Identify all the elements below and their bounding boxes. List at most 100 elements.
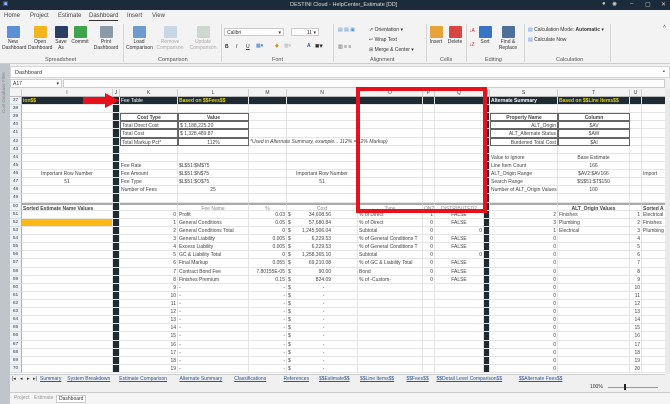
maximize-button[interactable]: ▢ xyxy=(645,1,651,8)
cell-q52[interactable]: FALSE xyxy=(435,218,484,227)
cell-s62[interactable]: 0 xyxy=(490,300,558,309)
align-top-icon[interactable]: ▤ ▤ ▣ xyxy=(338,27,355,33)
cell-v62[interactable] xyxy=(642,300,665,309)
cell-p57[interactable]: 0 xyxy=(423,259,435,268)
cell-p55[interactable]: 0 xyxy=(423,243,435,252)
cell-v44[interactable] xyxy=(642,154,665,162)
sort-button[interactable]: Sort xyxy=(478,26,492,46)
cell-k63[interactable]: 12 xyxy=(120,308,178,317)
cell-u58[interactable]: 8 xyxy=(630,267,642,276)
cell-p58[interactable]: 0 xyxy=(423,267,435,276)
row-header[interactable]: 42 xyxy=(10,137,22,146)
cell-n57[interactable]: $ 69,210.08 xyxy=(287,259,358,268)
cell-u57[interactable]: 7 xyxy=(630,259,642,268)
sort-desc-icon[interactable]: ↓Z xyxy=(469,42,475,48)
cell-k65[interactable]: 14 xyxy=(120,324,178,333)
column-header-n[interactable]: N xyxy=(287,89,358,97)
cell-o62[interactable] xyxy=(358,300,423,309)
cell-q69[interactable] xyxy=(435,356,484,365)
cell-s54[interactable]: 0 xyxy=(490,235,558,244)
cell-v61[interactable] xyxy=(642,292,665,300)
cell-m48[interactable] xyxy=(249,186,287,195)
cell-m52[interactable]: 0.05 xyxy=(249,218,287,227)
cell-o63[interactable] xyxy=(358,308,423,317)
cell-k55[interactable]: 4 xyxy=(120,243,178,252)
cell-k61[interactable]: 10 xyxy=(120,291,178,300)
cell-q66[interactable] xyxy=(435,332,484,341)
cell-o53[interactable]: Subtotal xyxy=(358,226,423,236)
cell-s41[interactable]: ALT_Alternate Status xyxy=(490,129,558,138)
cell-o65[interactable] xyxy=(358,324,423,333)
cell-m50[interactable]: % xyxy=(249,202,287,212)
cell-i55[interactable] xyxy=(22,243,113,252)
tab-dashboard[interactable]: Dashboard xyxy=(89,13,119,21)
row-header[interactable]: 53 xyxy=(10,226,22,236)
cell-u61[interactable]: 11 xyxy=(630,291,642,300)
calculate-now-button[interactable]: ▤ Calculate Now xyxy=(528,37,566,43)
cell-v48[interactable] xyxy=(642,186,665,195)
cell-m65[interactable]: - xyxy=(249,324,287,333)
cell-n49[interactable] xyxy=(287,194,358,203)
cell-m44[interactable] xyxy=(249,153,287,162)
cell-t54[interactable] xyxy=(558,235,630,244)
cell-m45[interactable] xyxy=(249,161,287,171)
row-header[interactable]: 59 xyxy=(10,275,22,284)
cell-v39[interactable] xyxy=(642,113,665,122)
wrap-text-button[interactable]: ↵ Wrap Text xyxy=(369,37,397,43)
align-left-icon[interactable]: ▥ ≡ ≡ xyxy=(338,44,351,50)
cell-o68[interactable] xyxy=(358,348,423,357)
row-header[interactable]: 45 xyxy=(10,161,22,171)
cell-s44[interactable]: Value to Ignore xyxy=(490,153,558,162)
row-header[interactable]: 40 xyxy=(10,121,22,130)
cell-q70[interactable] xyxy=(435,364,484,374)
tab-insert[interactable]: Insert xyxy=(127,13,142,19)
cell-s57[interactable]: 0 xyxy=(490,259,558,268)
cell-q58[interactable]: FALSE xyxy=(435,267,484,276)
cell-l39[interactable]: Value xyxy=(178,113,249,122)
cell-o69[interactable] xyxy=(358,356,423,365)
cell-l64[interactable]: - xyxy=(178,316,249,325)
row-header[interactable]: 63 xyxy=(10,308,22,317)
tab-project[interactable]: Project xyxy=(30,13,49,19)
row-header[interactable]: 65 xyxy=(10,324,22,333)
cell-u41[interactable] xyxy=(630,129,642,138)
cell-t41[interactable]: $AW xyxy=(558,129,630,138)
cell-t52[interactable]: Plumbing xyxy=(558,218,630,227)
cell-v64[interactable] xyxy=(642,316,665,325)
cell-q65[interactable] xyxy=(435,324,484,333)
cell-q55[interactable]: FALSE xyxy=(435,243,484,252)
cell-l38[interactable] xyxy=(178,105,249,114)
row-header[interactable]: 37 xyxy=(10,97,22,106)
row-header[interactable]: 55 xyxy=(10,243,22,252)
cell-t62[interactable] xyxy=(558,300,630,309)
cell-s53[interactable]: 1 xyxy=(490,226,558,236)
cell-i56[interactable] xyxy=(22,251,113,260)
cell-m49[interactable] xyxy=(249,194,287,203)
tab-view[interactable]: View xyxy=(152,13,165,19)
cell-t58[interactable] xyxy=(558,267,630,276)
cell-s66[interactable]: 0 xyxy=(490,332,558,341)
cell-q62[interactable] xyxy=(435,300,484,309)
cell-l55[interactable]: Excess Liability xyxy=(178,243,249,252)
cell-l48[interactable]: 25 xyxy=(178,186,249,195)
cell-l41[interactable]: $ 1,328,489.87 xyxy=(178,129,249,138)
cell-l67[interactable]: - xyxy=(178,340,249,349)
cell-k42[interactable]: Total Markup Pct* xyxy=(120,137,178,146)
cell-i40[interactable] xyxy=(22,121,113,130)
cell-u37[interactable] xyxy=(630,97,642,106)
tab-home[interactable]: Home xyxy=(4,13,20,19)
cell-i64[interactable] xyxy=(22,316,113,325)
bottom-tab-project[interactable]: Project xyxy=(14,395,30,401)
cell-s59[interactable]: 0 xyxy=(490,275,558,284)
cell-s60[interactable]: 0 xyxy=(490,283,558,292)
cell-t69[interactable] xyxy=(558,356,630,365)
cell-s45[interactable]: Line Item Count xyxy=(490,161,558,171)
help-icon[interactable]: ● xyxy=(602,1,606,7)
cell-v40[interactable] xyxy=(642,121,665,130)
cell-k66[interactable]: 15 xyxy=(120,332,178,341)
cell-q63[interactable] xyxy=(435,308,484,317)
cell-s68[interactable]: 0 xyxy=(490,348,558,357)
cell-u56[interactable]: 6 xyxy=(630,251,642,260)
side-panel-strip[interactable]: Cost Database Filter xyxy=(0,64,10,404)
cell-v41[interactable] xyxy=(642,129,665,138)
